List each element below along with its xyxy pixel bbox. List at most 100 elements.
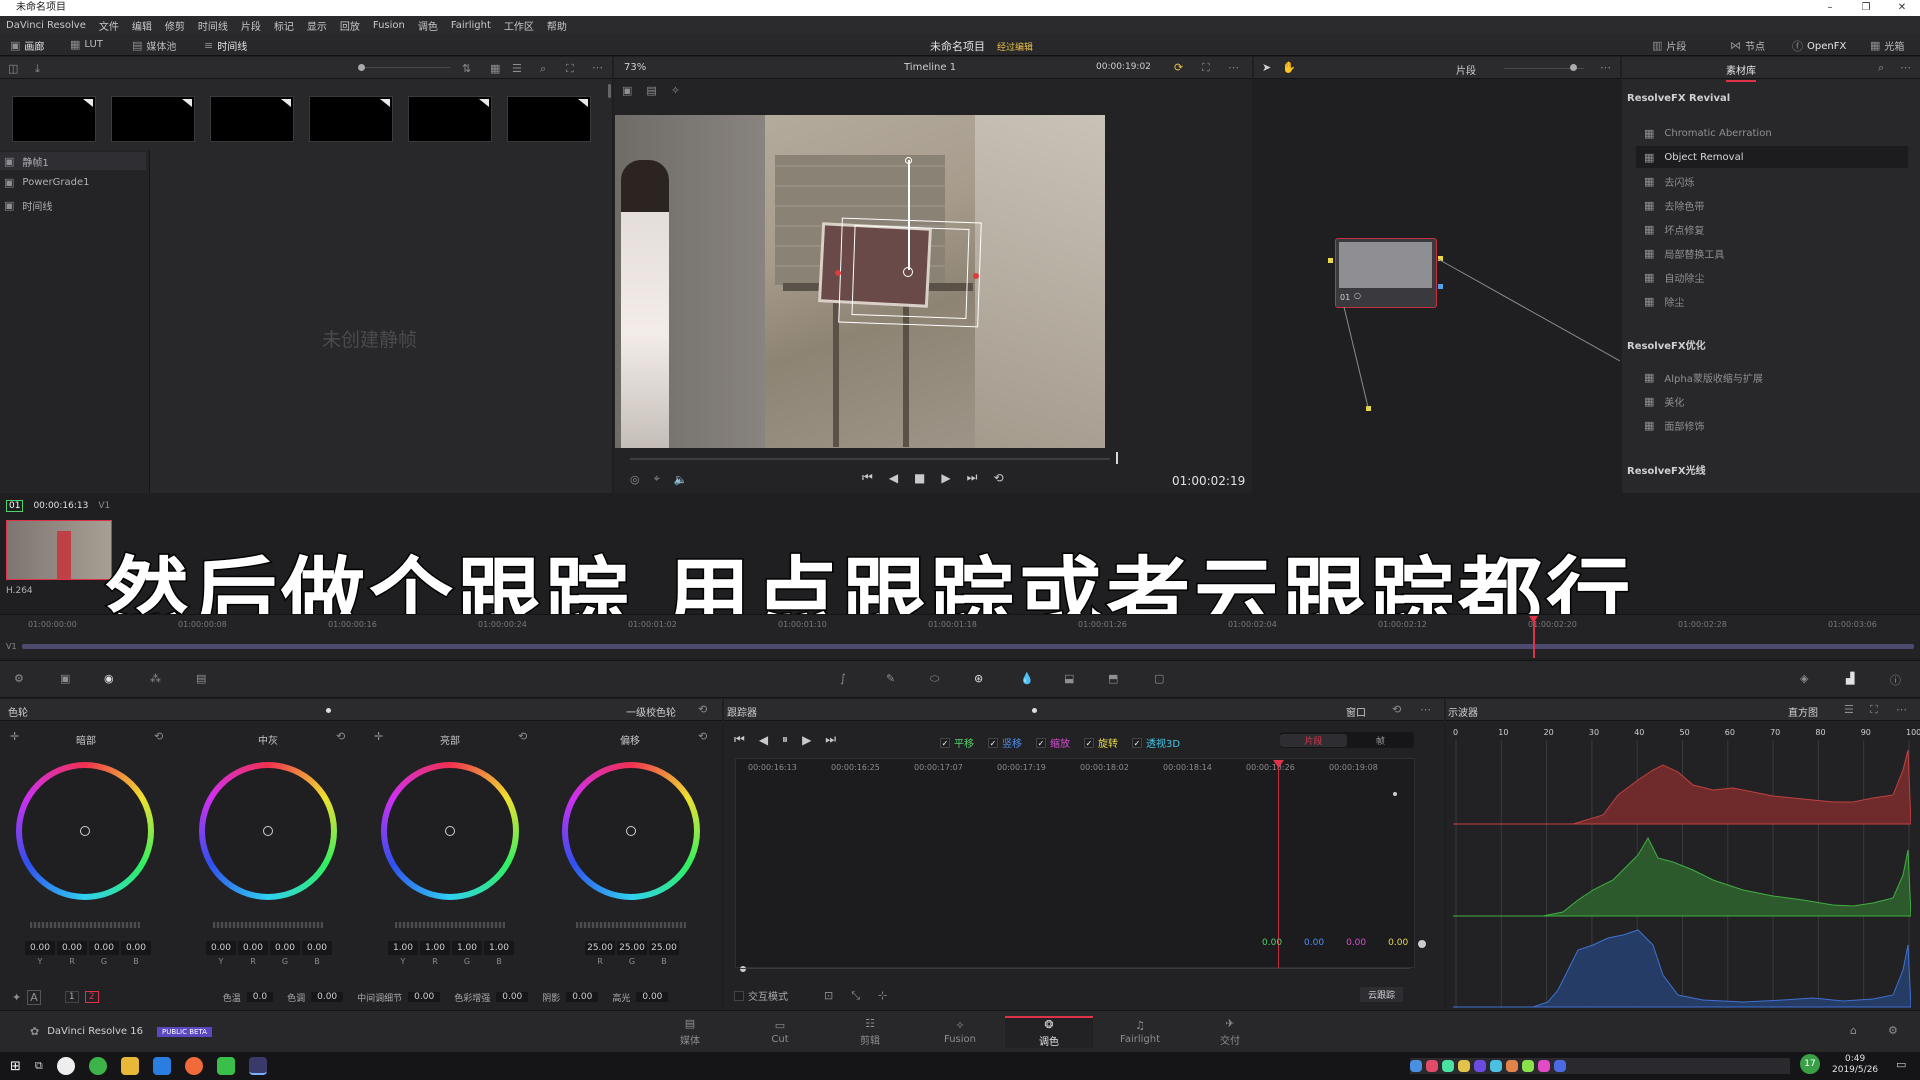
insert-point-icon[interactable]: ⊡ [824, 989, 833, 1002]
track-pause-icon[interactable]: ⏸ [782, 732, 788, 747]
clip-thumbnail[interactable] [6, 520, 112, 580]
fx-item-automatic-dirt-removal[interactable]: ▦ 自动除尘 [1636, 266, 1908, 288]
menu-playback[interactable]: 回放 [340, 18, 360, 33]
window-rotate-handle[interactable] [908, 160, 910, 270]
taskbar-app-icon[interactable] [184, 1057, 203, 1075]
fx-group-revival[interactable]: ResolveFX Revival [1627, 93, 1730, 104]
offset-reset-icon[interactable]: ⟲ [698, 730, 707, 743]
gain-picker-icon[interactable]: ✛ [374, 730, 383, 743]
still-thumb-6[interactable] [507, 96, 591, 142]
track-forward-icon[interactable]: ▶ [802, 733, 811, 747]
window-icon[interactable]: ⬭ [930, 672, 939, 686]
loop-icon[interactable]: ⟲ [993, 471, 1003, 485]
video-frame[interactable] [615, 115, 1105, 448]
tray-icon[interactable] [1490, 1060, 1502, 1072]
lift-r-value[interactable]: 0.00 [57, 941, 87, 955]
library-more-icon[interactable]: ⋯ [1900, 61, 1911, 74]
fx-group-refine[interactable]: ResolveFX优化 [1627, 337, 1706, 352]
fx-item-dust-buster[interactable]: ▦ 除尘 [1636, 290, 1908, 312]
fx-item-alpha-matte[interactable]: ▦ Alpha蒙版收缩与扩展 [1636, 366, 1908, 388]
viewer-playhead[interactable] [1116, 452, 1118, 464]
menu-edit[interactable]: 编辑 [132, 18, 152, 33]
taskbar-app-icon[interactable] [152, 1057, 171, 1075]
gamma-b-value[interactable]: 0.00 [302, 941, 332, 955]
taskbar-app-icon[interactable] [88, 1057, 107, 1075]
fx-item-object-removal[interactable]: ▦ Object Removal [1636, 146, 1908, 168]
gain-y-value[interactable]: 1.00 [388, 941, 418, 955]
gain-r-value[interactable]: 1.00 [420, 941, 450, 955]
midtone-detail-value[interactable]: 0.00 [408, 992, 441, 1002]
lift-g-value[interactable]: 0.00 [89, 941, 119, 955]
image-wipe-icon[interactable]: ▣ [622, 84, 632, 97]
track-forward-frame-icon[interactable]: ⏭ [825, 732, 836, 747]
gamma-puck[interactable] [263, 826, 273, 836]
wechat-icon[interactable] [216, 1057, 235, 1075]
gain-reset-icon[interactable]: ⟲ [518, 730, 527, 743]
interactive-mode-check[interactable]: 交互模式 [734, 988, 788, 1003]
gain-master-slider[interactable] [395, 922, 505, 928]
track-reverse-icon[interactable]: ◀ [759, 733, 768, 747]
tracker-vertical-zoom[interactable] [1418, 940, 1426, 948]
qualifier-icon[interactable]: ✎ [886, 672, 895, 685]
tray-icon[interactable] [1442, 1060, 1454, 1072]
gain-g-value[interactable]: 1.00 [452, 941, 482, 955]
highlights-value[interactable]: 0.00 [636, 992, 669, 1002]
zoom-level[interactable]: 73% [624, 62, 646, 73]
window-handle[interactable] [973, 273, 979, 279]
clips-button[interactable]: ▥ 片段 [1652, 38, 1686, 53]
sort-icon[interactable]: ⇅ [462, 62, 471, 75]
tray-icon[interactable] [1522, 1060, 1534, 1072]
page-media[interactable]: ▤ 媒体 [655, 1016, 725, 1048]
offset-master-slider[interactable] [576, 922, 686, 928]
list-view-icon[interactable]: ☰ [512, 62, 522, 75]
mode-frame-button[interactable]: 帧 [1347, 734, 1414, 747]
download-icon[interactable]: ⤓ [35, 62, 40, 76]
scope-more-icon[interactable]: ⋯ [1896, 703, 1907, 716]
file-explorer-icon[interactable] [120, 1057, 139, 1075]
gain-wheel[interactable] [381, 762, 519, 900]
fx-item-patch-replacer[interactable]: ▦ 局部替换工具 [1636, 242, 1908, 264]
lift-puck[interactable] [80, 826, 90, 836]
menu-clip[interactable]: 片段 [241, 18, 261, 33]
lift-b-value[interactable]: 0.00 [121, 941, 151, 955]
info-icon[interactable]: ⓘ [1890, 672, 1901, 688]
still-thumb-5[interactable] [408, 96, 492, 142]
search-icon[interactable]: ⌕ [540, 62, 546, 76]
go-to-end-icon[interactable]: ⏭ [967, 470, 978, 485]
lift-y-value[interactable]: 0.00 [25, 941, 55, 955]
lift-picker-icon[interactable]: ✛ [10, 730, 19, 743]
gamma-reset-icon[interactable]: ⟲ [336, 730, 345, 743]
blur-icon[interactable]: 💧 [1020, 672, 1034, 685]
timeline-clip-bar[interactable] [22, 644, 1914, 649]
page-2-button[interactable]: 2 [84, 991, 99, 1003]
offset-r-value[interactable]: 25.00 [585, 941, 615, 955]
resolve-taskbar-icon[interactable] [248, 1057, 267, 1075]
play-icon[interactable]: ▶ [941, 471, 950, 485]
menu-davinci[interactable]: DaVinci Resolve [6, 20, 86, 31]
tracker-scrollbar[interactable] [740, 968, 1410, 969]
thumb-size-knob[interactable] [358, 64, 365, 71]
tab-library[interactable]: 素材库 [1726, 62, 1756, 82]
page-cut[interactable]: ▭ Cut [745, 1016, 815, 1048]
viewer-more-icon[interactable]: ⋯ [1228, 61, 1239, 74]
offset-g-value[interactable]: 25.00 [617, 941, 647, 955]
tray-icon[interactable] [1506, 1060, 1518, 1072]
check-zoom[interactable]: ✓ 缩放 [1036, 735, 1070, 750]
tracker-scroll-knob[interactable] [740, 966, 746, 972]
check-perspective-3d[interactable]: ✓ 透视3D [1132, 735, 1180, 750]
scope-fullscreen-icon[interactable]: ⛶ [1870, 703, 1878, 717]
rgb-mixer-icon[interactable]: ⁂ [150, 672, 161, 685]
check-tilt[interactable]: ✓ 竖移 [988, 735, 1022, 750]
menu-fairlight[interactable]: Fairlight [451, 20, 491, 31]
tracker-icon[interactable]: ⊛ [974, 672, 983, 685]
more-icon[interactable]: ⋯ [592, 61, 603, 74]
grid-view-icon[interactable]: ▦ [490, 62, 500, 75]
menu-mark[interactable]: 标记 [274, 18, 294, 33]
page-edit[interactable]: ☷ 剪辑 [835, 1016, 905, 1048]
lift-master-slider[interactable] [30, 922, 140, 928]
page-fairlight[interactable]: ♫ Fairlight [1105, 1016, 1175, 1048]
album-item-timeline[interactable]: ▣ 时间线 [4, 198, 52, 213]
keyframes-icon[interactable]: ◈ [1800, 672, 1808, 685]
still-thumb-3[interactable] [210, 96, 294, 142]
menu-file[interactable]: 文件 [99, 18, 119, 33]
